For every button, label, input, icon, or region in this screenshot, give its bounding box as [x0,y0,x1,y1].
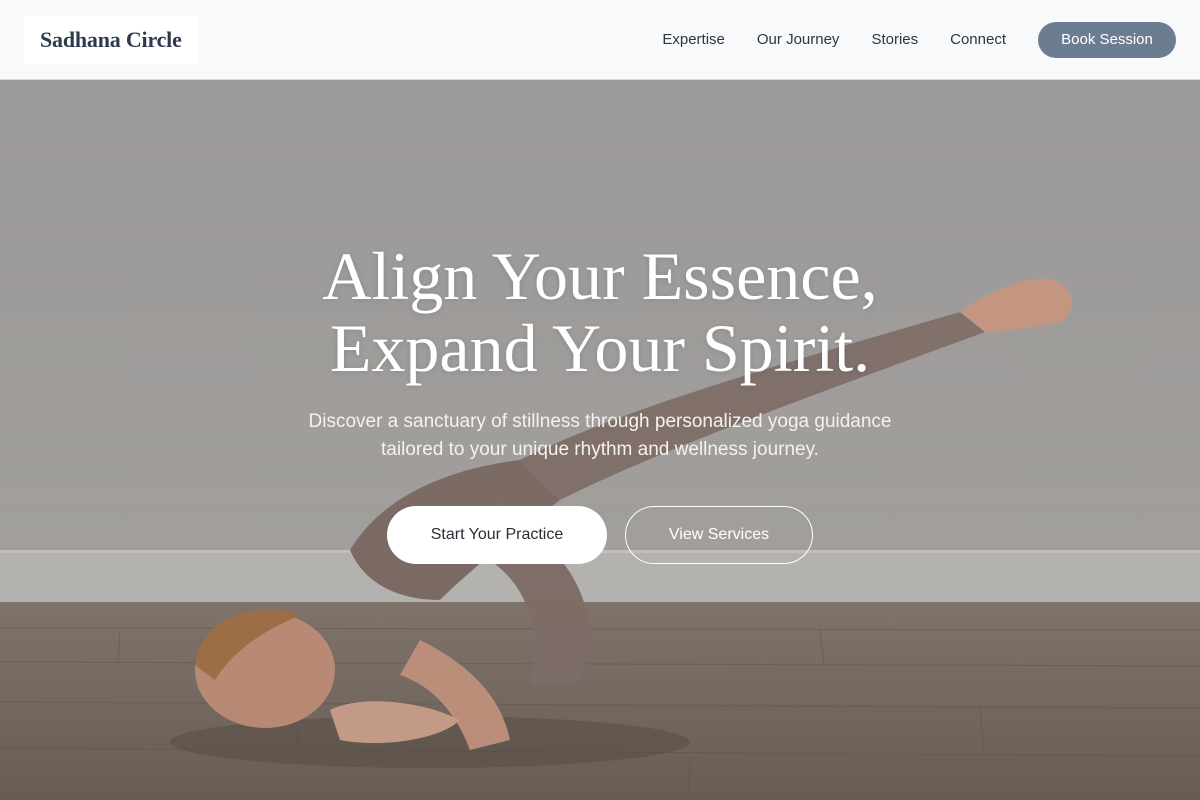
nav-link-stories[interactable]: Stories [871,31,918,48]
nav-link-our-journey[interactable]: Our Journey [757,31,840,48]
start-practice-button[interactable]: Start Your Practice [387,506,607,564]
hero-content: Align Your Essence, Expand Your Spirit. … [0,240,1200,564]
main-nav: Expertise Our Journey Stories Connect Bo… [662,21,1176,58]
site-header: Sadhana Circle Expertise Our Journey Sto… [0,0,1200,80]
book-session-button[interactable]: Book Session [1038,21,1176,58]
nav-link-expertise[interactable]: Expertise [662,31,725,48]
hero-headline-line2: Expand Your Spirit. [329,310,871,386]
brand-logo[interactable]: Sadhana Circle [24,15,198,64]
hero-subheading-line1: Discover a sanctuary of stillness throug… [308,411,892,432]
hero-headline-line1: Align Your Essence, [322,238,878,314]
hero-subheading-line2: tailored to your unique rhythm and welln… [381,439,819,460]
hero-headline: Align Your Essence, Expand Your Spirit. [322,240,877,384]
hero-subheading: Discover a sanctuary of stillness throug… [270,408,930,464]
nav-link-connect[interactable]: Connect [950,31,1006,48]
hero-cta-group: Start Your Practice View Services [387,506,813,564]
hero-section: Align Your Essence, Expand Your Spirit. … [0,80,1200,800]
view-services-button[interactable]: View Services [625,506,813,564]
